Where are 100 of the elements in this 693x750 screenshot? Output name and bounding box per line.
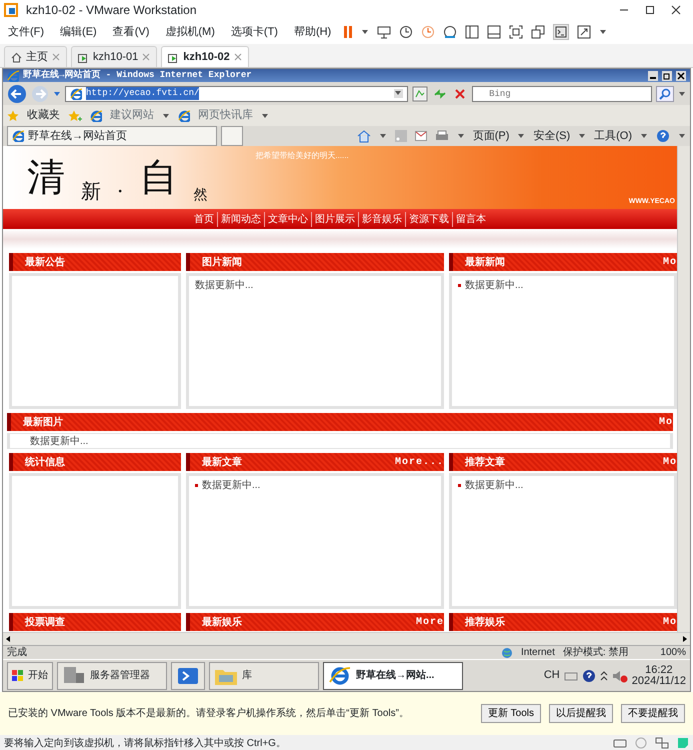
tab[interactable]: kzh10-02 [161, 46, 249, 67]
vertical-scrollbar[interactable] [677, 146, 690, 632]
status-text: 要将输入定向到该虚拟机，请将鼠标指针移入其中或按 Ctrl+G。 [4, 736, 286, 750]
drive-icon[interactable] [613, 737, 627, 749]
menu-item[interactable]: 查看(V) [108, 24, 154, 40]
caret-icon[interactable] [361, 28, 370, 36]
windows-icon[interactable] [531, 25, 546, 39]
menu-item[interactable]: 帮助(H) [290, 24, 336, 40]
ie-icon [178, 110, 190, 122]
logo-character: 自 [139, 154, 178, 201]
caret-icon[interactable] [517, 132, 526, 140]
clock[interactable]: 16:22 2024/11/12 [632, 664, 686, 686]
command-menu[interactable]: 工具(O) [594, 128, 632, 144]
caret-icon[interactable] [261, 112, 269, 120]
mail-icon[interactable] [414, 131, 427, 141]
close-icon[interactable] [676, 70, 686, 80]
new-tab-button[interactable] [221, 126, 243, 146]
close-icon[interactable] [671, 5, 681, 15]
more-link[interactable]: Mo [662, 454, 677, 470]
nav-link[interactable]: 资源下载 [405, 212, 449, 226]
menu-item[interactable]: 虚拟机(M) [161, 24, 219, 40]
restore-icon[interactable] [662, 70, 672, 80]
maximize-icon[interactable] [645, 5, 655, 15]
speaker-muted-icon[interactable] [612, 668, 628, 682]
search-field[interactable]: Bing [472, 86, 652, 102]
taskbar-button[interactable]: 库 [209, 662, 319, 690]
list-item[interactable]: 数据更新中... [458, 278, 668, 293]
star-icon [7, 110, 19, 122]
nav-link[interactable]: 首页 [194, 212, 214, 226]
back-icon[interactable] [7, 84, 27, 104]
caret-icon[interactable] [456, 132, 465, 140]
taskbar-button[interactable]: 野草在线→网站... [323, 662, 463, 690]
browser-tab[interactable]: 野草在线→网站首页 [7, 126, 217, 146]
list-item[interactable]: 数据更新中... [195, 478, 435, 493]
command-menu[interactable]: 页面(P) [472, 128, 510, 144]
menu-item[interactable]: 编辑(E) [56, 24, 101, 40]
caret-icon[interactable] [578, 132, 586, 140]
list-item[interactable]: 数据更新中... [458, 478, 668, 493]
home-icon[interactable] [356, 129, 371, 143]
window-title: 野草在线→网站首页 - Windows Internet Explorer [23, 69, 252, 82]
caret-icon[interactable] [640, 132, 648, 140]
taskbar-button[interactable]: 服务器管理器 [57, 662, 167, 690]
menu-item[interactable]: 文件(F) [4, 24, 48, 40]
slogan: 把希望带给美好的明天...... [255, 150, 349, 162]
status-text: 数据更新中... [30, 434, 90, 449]
logo-character: 新 [81, 178, 101, 205]
computer-icon[interactable] [377, 25, 392, 39]
more-link[interactable]: Mo [662, 254, 677, 270]
layout-icon[interactable] [465, 25, 480, 39]
favorites-button[interactable]: 收藏夹 [27, 107, 60, 124]
taskbar-button[interactable] [171, 662, 205, 690]
notification-button[interactable]: 以后提醒我 [549, 704, 613, 723]
fullscreen-icon[interactable] [509, 25, 524, 39]
tab[interactable]: 主页 [4, 46, 67, 67]
nav-link[interactable]: 图片展示 [311, 212, 355, 226]
favorite-link[interactable]: 建议网站 [110, 107, 154, 124]
command-menu[interactable]: 安全(S) [533, 128, 570, 144]
caret-icon[interactable] [53, 90, 61, 98]
search-icon[interactable] [656, 86, 674, 102]
nav-link[interactable]: 留言本 [452, 212, 486, 226]
more-link[interactable]: More [416, 614, 444, 630]
network-icon[interactable] [655, 737, 669, 749]
start-button[interactable]: 开始 [7, 662, 53, 690]
notification-button[interactable]: 更新 Tools [480, 704, 541, 723]
help-icon[interactable] [582, 668, 596, 682]
caret-icon[interactable] [162, 112, 170, 120]
tab[interactable]: kzh10-01 [71, 46, 158, 67]
notification-button[interactable]: 不要提醒我 [621, 704, 685, 723]
nav-link[interactable]: 新闻动态 [217, 212, 261, 226]
nav-link[interactable]: 影音娱乐 [358, 212, 402, 226]
address-field[interactable]: http://yecao.fvti.cn/ [65, 86, 408, 102]
printer-icon[interactable] [434, 130, 449, 142]
more-link[interactable]: More... [394, 454, 444, 470]
zoom-level[interactable]: 100% [660, 645, 686, 660]
menu-item[interactable]: 选项卡(T) [226, 24, 282, 40]
language-indicator[interactable]: CH [544, 667, 560, 684]
panel-title: 推荐娱乐 [465, 616, 505, 630]
more-link[interactable]: Mo [662, 614, 677, 630]
panel-title: 最新娱乐 [202, 615, 242, 630]
caret-icon[interactable] [378, 132, 387, 140]
ie-icon [70, 88, 82, 100]
expand-icon[interactable] [600, 670, 608, 682]
nav-link[interactable]: 文章中心 [264, 212, 308, 226]
window-title: kzh10-02 - VMware Workstation [26, 2, 197, 19]
ie-icon [12, 130, 24, 142]
pause-icon[interactable] [343, 25, 354, 39]
caret-icon[interactable] [678, 90, 686, 98]
help-icon[interactable] [656, 129, 670, 143]
more-link[interactable]: Mo [658, 414, 673, 430]
minimize-icon[interactable] [648, 70, 658, 80]
status-text: 完成 [7, 646, 27, 660]
globe-icon [500, 646, 513, 658]
panel-title: 统计信息 [25, 456, 65, 470]
resize-icon[interactable] [577, 25, 592, 39]
terminal-icon[interactable] [553, 24, 570, 40]
caret-icon[interactable] [678, 132, 686, 140]
favorite-link[interactable]: 网页快讯库 [198, 107, 253, 124]
horizontal-scrollbar[interactable] [3, 632, 690, 645]
layout-icon[interactable] [487, 25, 502, 39]
caret-icon[interactable] [599, 28, 608, 36]
